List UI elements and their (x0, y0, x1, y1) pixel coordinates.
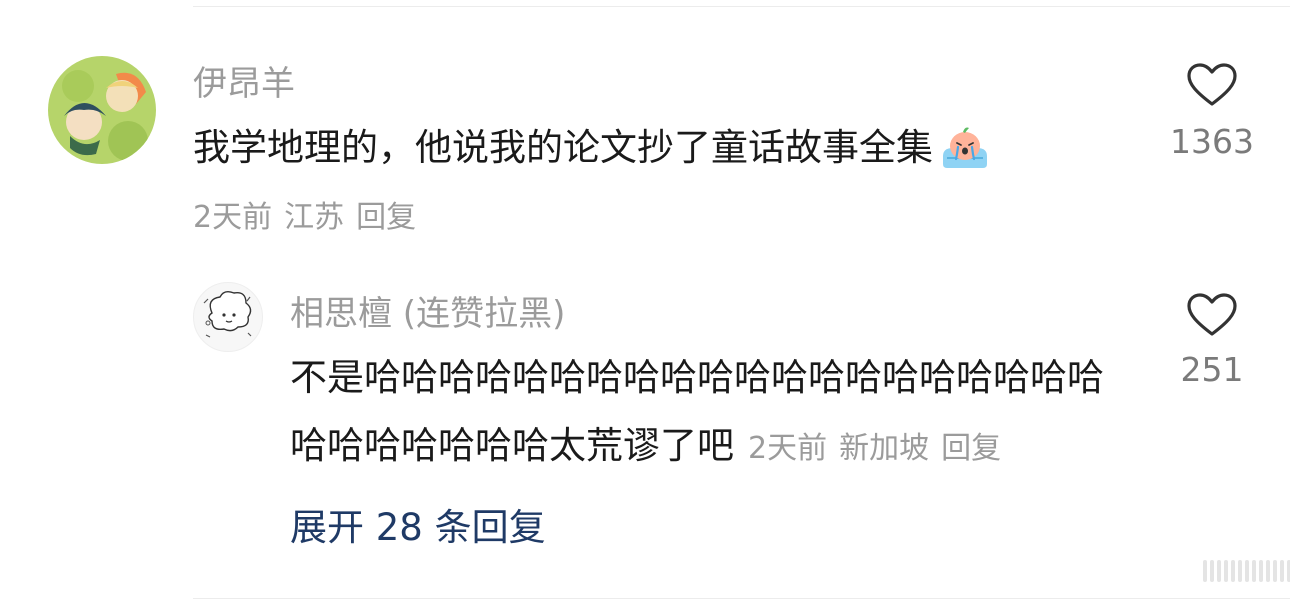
reply-location: 新加坡 (839, 431, 930, 466)
top-divider (193, 6, 1290, 7)
comment-reply-button[interactable]: 回复 (356, 200, 416, 235)
comment-like-button[interactable]: 1363 (1152, 62, 1272, 161)
avatar[interactable] (48, 56, 156, 164)
comment-meta: 2天前 江苏 回复 (193, 198, 416, 238)
reply-like-button[interactable]: 251 (1152, 292, 1272, 389)
heart-icon (1186, 62, 1238, 108)
reply-text-line2: 哈哈哈哈哈哈哈太荒谬了吧 2天前 新加坡 回复 (290, 424, 1001, 471)
reply-text-line1: 不是哈哈哈哈哈哈哈哈哈哈哈哈哈哈哈哈哈哈哈哈 (290, 356, 1104, 399)
like-count: 1363 (1170, 122, 1254, 161)
comment-time: 2天前 (193, 200, 273, 235)
reply-time: 2天前 (748, 431, 828, 466)
home-indicator (1203, 560, 1290, 582)
reply-reply-button[interactable]: 回复 (941, 431, 1001, 466)
expand-replies-button[interactable]: 展开 28 条回复 (290, 506, 546, 550)
avatar[interactable] (193, 282, 263, 352)
bottom-divider (193, 598, 1290, 599)
comment-text: 我学地理的，他说我的论文抄了童话故事全集 (193, 126, 993, 170)
comment-location: 江苏 (284, 200, 345, 235)
comment-text-content: 我学地理的，他说我的论文抄了童话故事全集 (193, 126, 933, 169)
heart-icon (1186, 292, 1238, 338)
reply-username[interactable]: 相思檀 (连赞拉黑) (290, 294, 565, 334)
comment-username[interactable]: 伊昂羊 (193, 64, 295, 104)
reply-meta: 2天前 新加坡 回复 (748, 427, 1001, 471)
like-count: 251 (1180, 350, 1244, 389)
reply-text-line2-content: 哈哈哈哈哈哈哈太荒谬了吧 (290, 424, 734, 467)
crying-face-emoji-icon (937, 126, 993, 170)
